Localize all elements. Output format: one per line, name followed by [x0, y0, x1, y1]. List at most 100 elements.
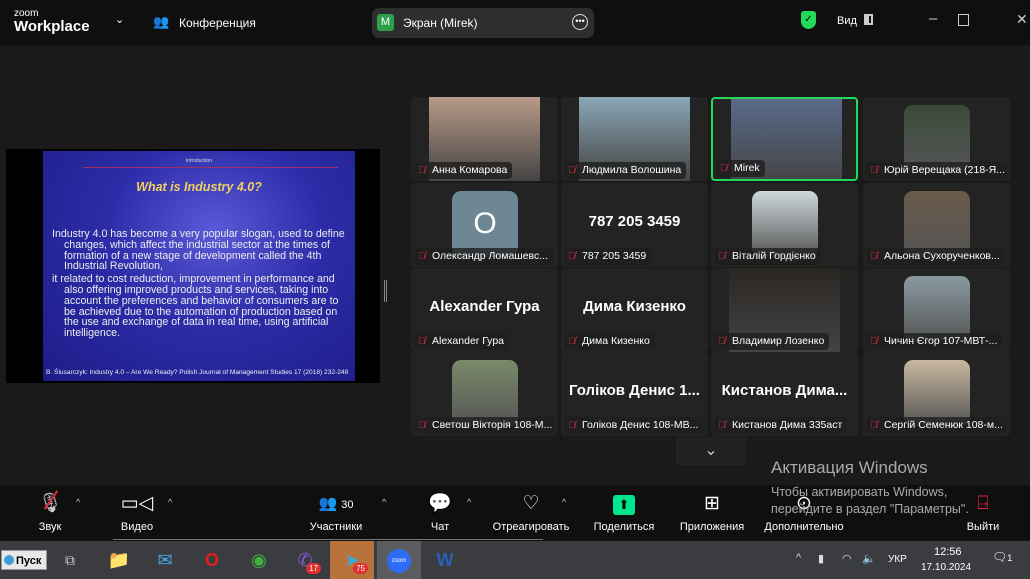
chrome-icon[interactable]: ◉ — [237, 541, 281, 579]
meeting-label[interactable]: Конференция — [179, 16, 256, 30]
participant-tile[interactable]: 🎙̸ Юрій Верещака (218-Я... — [863, 97, 1010, 181]
apps-button[interactable]: ⊞ Приложения — [675, 485, 749, 541]
leave-button[interactable]: ⍈ Выйти — [963, 485, 1003, 541]
muted-mic-icon: 🎙̸ — [568, 336, 576, 347]
participant-tile[interactable]: Голіков Денис 1... 🎙̸ Голіков Денис 108-МВ… — [561, 352, 708, 436]
share-arrow-icon: ⬆ — [613, 495, 635, 515]
screen-share-pill[interactable]: M Экран (Mirek) ••• — [372, 8, 594, 38]
participant-tile[interactable]: 🎙̸ Светош Вікторія 108-М... — [411, 352, 558, 436]
participants-options-caret[interactable]: ^ — [382, 497, 386, 507]
chat-button[interactable]: 💬 Чат — [425, 485, 455, 541]
windows-taskbar: Пуск ⧉ 📁 ✉ O ◉ ✆ 17 ➤ 75 zoom W ^ ▮ ◠ 🔈 УК… — [0, 541, 1030, 579]
clock-time[interactable]: 12:56 — [934, 546, 962, 558]
participant-tile[interactable]: 🎙̸ Віталій Гордієнко — [711, 183, 858, 267]
participant-name-label: 🎙̸ Alexander Гура — [414, 333, 509, 350]
toolbar-divider — [113, 539, 543, 540]
wifi-icon[interactable]: ◠ — [842, 552, 852, 565]
share-button[interactable]: ⬆ Поделиться — [590, 485, 658, 541]
chevron-down-icon[interactable]: ⌄ — [115, 13, 124, 26]
language-indicator[interactable]: УКР — [888, 554, 907, 565]
chat-options-caret[interactable]: ^ — [467, 497, 471, 507]
slide-citation: B. Ślusarczyk: Industry 4.0 – Are We Rea… — [46, 369, 349, 376]
video-button[interactable]: ▭◁ Видео — [117, 485, 157, 541]
participant-name-label: 🎙̸ Дима Кизенко — [564, 333, 655, 350]
mail-icon[interactable]: ✉ — [143, 541, 187, 579]
muted-mic-icon: 🎙̸ — [568, 165, 576, 176]
leave-door-icon: ⍈ — [977, 493, 989, 514]
participant-tile[interactable]: 🎙̸ Владимир Лозенко — [711, 268, 858, 352]
minimize-icon[interactable]: – — [929, 10, 937, 27]
close-icon[interactable]: ✕ — [1016, 11, 1028, 28]
muted-mic-icon: 🎙̸ — [870, 251, 878, 262]
presentation-slide: Introduction What is Industry 4.0? Indus… — [43, 151, 355, 381]
participant-name-label: 🎙̸ Сергій Семенюк 108-м... — [866, 417, 1007, 434]
participants-icon: 👥 30 — [318, 495, 354, 512]
participant-display-name: Голіков Денис 1... — [569, 382, 700, 399]
view-button[interactable]: Вид — [837, 15, 857, 27]
react-options-caret[interactable]: ^ — [562, 497, 566, 507]
participant-tile[interactable]: 🎙̸ Людмила Волошина — [561, 97, 708, 181]
participant-tile[interactable]: O 🎙̸ Олександр Ломашевс... — [411, 183, 558, 267]
muted-mic-icon: 🎙̸ — [718, 336, 726, 347]
participant-display-name: Дима Кизенко — [583, 298, 686, 315]
muted-mic-icon: 🎙̸ — [568, 420, 576, 431]
viber-icon[interactable]: ✆ 17 — [283, 541, 327, 579]
chat-icon: 💬 — [428, 493, 452, 514]
participant-tile[interactable]: Кистанов Дима... 🎙̸ Кистанов Дима 335аст — [711, 352, 858, 436]
participant-display-name: Alexander Гура — [429, 298, 540, 315]
clock-date[interactable]: 17.10.2024 — [921, 562, 971, 573]
zoom-taskbar-icon[interactable]: zoom — [377, 541, 421, 579]
more-options-icon[interactable]: ••• — [572, 14, 588, 30]
task-view-icon[interactable]: ⧉ — [48, 541, 92, 579]
more-icon: ⊙ — [796, 493, 812, 514]
slide-body: Industry 4.0 has become a very popular s… — [52, 228, 345, 340]
video-options-caret[interactable]: ^ — [168, 497, 172, 507]
heart-icon: ♡ — [522, 493, 540, 514]
participant-tile[interactable]: 🎙̸ Чичин Єгор 107-МВТ-... — [863, 268, 1010, 352]
opera-icon[interactable]: O — [190, 541, 234, 579]
slide-title: What is Industry 4.0? — [136, 180, 262, 194]
file-explorer-icon[interactable]: 📁 — [97, 541, 141, 579]
participant-name-label: 🎙̸ Анна Комарова — [414, 162, 513, 179]
participant-tile[interactable]: 🎙̸ Анна Комарова — [411, 97, 558, 181]
tray-overflow-icon[interactable]: ^ — [796, 552, 801, 564]
react-button[interactable]: ♡ Отреагировать — [489, 485, 573, 541]
restore-icon[interactable] — [958, 14, 969, 26]
apps-icon: ⊞ — [704, 493, 720, 514]
security-shield-icon[interactable]: ✓ — [801, 11, 816, 29]
notifications-icon[interactable]: 🗨1 — [992, 550, 1012, 564]
view-layout-icon[interactable] — [864, 14, 873, 25]
meeting-info-icon[interactable]: 👥 — [153, 14, 169, 30]
muted-mic-icon: 🎙̸ — [418, 165, 426, 176]
volume-icon[interactable]: 🔈 — [862, 552, 876, 565]
start-button[interactable]: Пуск — [1, 550, 47, 570]
muted-mic-icon: 🎙̸ — [718, 251, 726, 262]
participant-name-label: 🎙̸ Mirek — [716, 160, 765, 177]
telegram-icon[interactable]: ➤ 75 — [330, 541, 374, 579]
participant-name-label: 🎙̸ Светош Вікторія 108-М... — [414, 417, 555, 434]
participant-name-label: 🎙̸ Віталій Гордієнко — [714, 248, 821, 265]
title-bar: zoom Workplace ⌄ 👥 Конференция M Экран (M… — [0, 0, 1030, 45]
participants-button[interactable]: 👥 30 Участники — [305, 485, 367, 541]
muted-mic-icon: 🎙̸ — [720, 163, 728, 174]
muted-mic-icon: 🎙̸ — [418, 251, 426, 262]
muted-mic-icon: 🎙̸ — [418, 420, 426, 431]
word-icon[interactable]: W — [423, 541, 467, 579]
participant-tile[interactable]: 🎙̸ Сергій Семенюк 108-м... — [863, 352, 1010, 436]
participant-name-label: 🎙̸ Юрій Верещака (218-Я... — [866, 162, 1007, 179]
zoom-logo: zoom Workplace — [14, 8, 90, 35]
audio-options-caret[interactable]: ^ — [76, 497, 80, 507]
participant-tile[interactable]: 🎙̸ Mirek — [711, 97, 858, 181]
muted-mic-icon: 🎙̸ — [718, 420, 726, 431]
split-resize-handle[interactable] — [384, 280, 387, 302]
participant-tile[interactable]: Alexander Гура 🎙̸ Alexander Гура — [411, 268, 558, 352]
participant-tile[interactable]: Дима Кизенко 🎙̸ Дима Кизенко — [561, 268, 708, 352]
participant-tile[interactable]: 787 205 3459 🎙̸ 787 205 3459 — [561, 183, 708, 267]
meeting-toolbar: 🎙 Звук ^ ▭◁ Видео ^ 👥 30 Участники ^ 💬 Чат ^… — [0, 485, 1030, 541]
participant-tile[interactable]: 🎙̸ Альона Сухорученков... — [863, 183, 1010, 267]
battery-icon[interactable]: ▮ — [818, 552, 824, 565]
more-button[interactable]: ⊙ Дополнительно — [760, 485, 848, 541]
share-title: Экран (Mirek) — [403, 16, 478, 30]
audio-button[interactable]: 🎙 Звук — [30, 485, 70, 541]
next-page-chevron-icon[interactable]: ⌄ — [676, 437, 746, 465]
